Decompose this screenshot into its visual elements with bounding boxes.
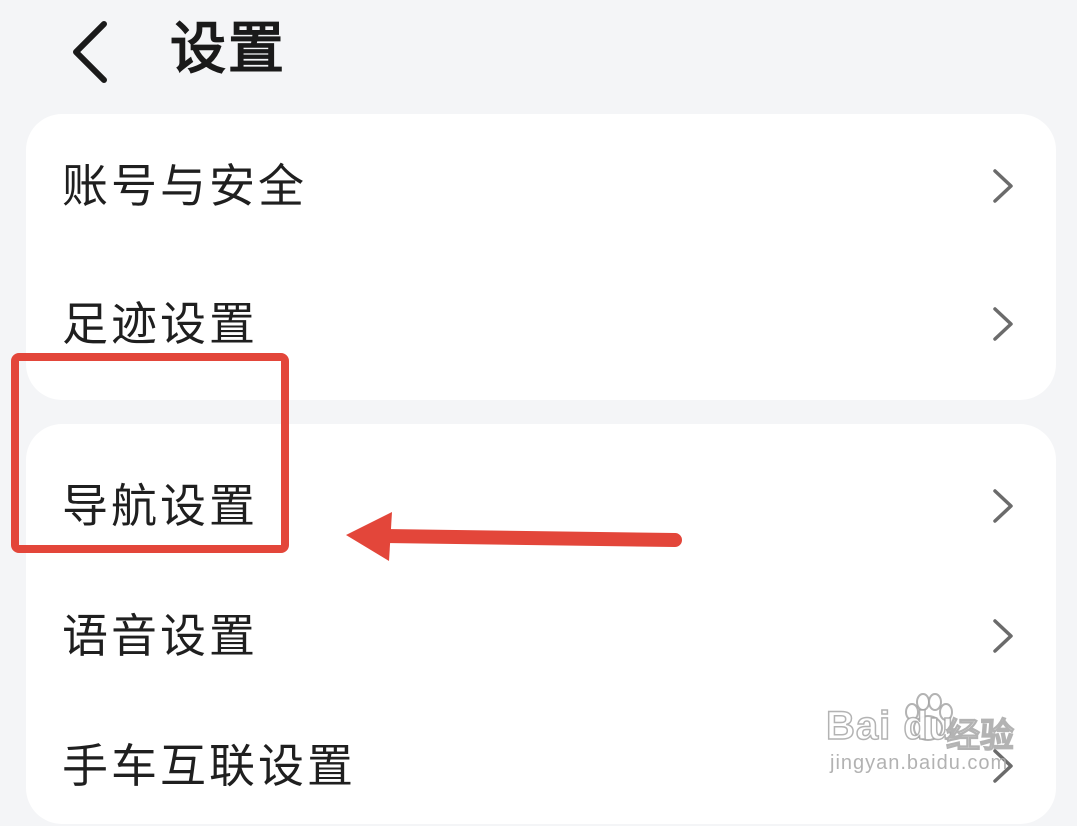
settings-item-footprint[interactable]: 足迹设置 <box>26 264 1056 384</box>
chevron-right-icon <box>993 307 1013 341</box>
settings-item-label: 账号与安全 <box>62 159 307 213</box>
settings-item-voice[interactable]: 语音设置 <box>26 576 1056 696</box>
chevron-right-icon <box>993 169 1013 203</box>
settings-group-2: 导航设置 语音设置 手车互联设置 <box>26 424 1056 824</box>
header-bar: 设置 <box>0 0 1077 100</box>
chevron-left-icon <box>73 21 107 83</box>
chevron-right-icon <box>993 489 1013 523</box>
chevron-right-icon <box>993 749 1013 783</box>
settings-item-label: 手车互联设置 <box>62 739 356 793</box>
settings-group-1: 账号与安全 足迹设置 <box>26 114 1056 400</box>
settings-item-navigation[interactable]: 导航设置 <box>26 446 1056 566</box>
settings-item-label: 语音设置 <box>62 609 258 663</box>
settings-item-label: 导航设置 <box>62 479 258 533</box>
back-button[interactable] <box>60 12 130 88</box>
settings-item-phone-car-link[interactable]: 手车互联设置 <box>26 706 1056 826</box>
settings-item-account-security[interactable]: 账号与安全 <box>26 126 1056 246</box>
settings-item-label: 足迹设置 <box>62 297 258 351</box>
page-title: 设置 <box>170 17 286 82</box>
chevron-right-icon <box>993 619 1013 653</box>
